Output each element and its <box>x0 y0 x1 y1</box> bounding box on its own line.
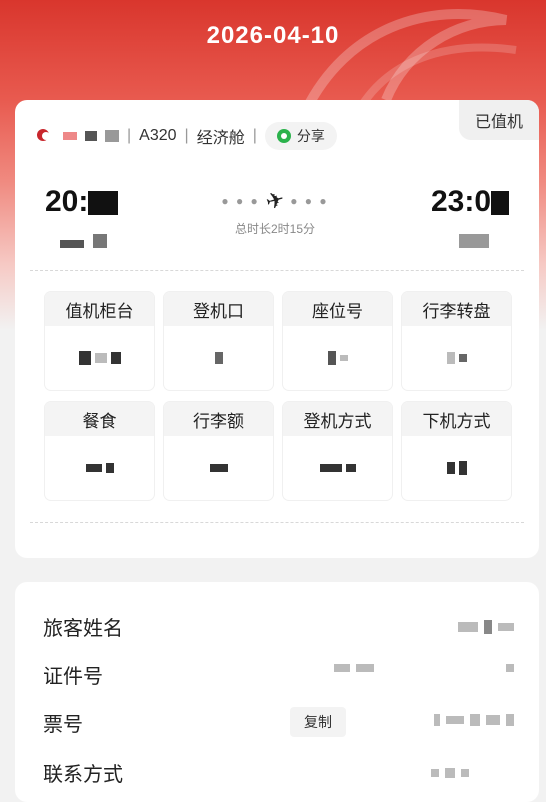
cell-label: 登机方式 <box>283 402 392 436</box>
flight-info-grid: 值机柜台 登机口 座位号 行李转盘 餐食 行李额 登机方式 下机方式 <box>45 292 511 500</box>
masked-value <box>402 326 511 390</box>
masked-value <box>402 436 511 500</box>
share-button[interactable]: 分享 <box>264 122 337 150</box>
flight-duration: 总时长2时15分 <box>234 222 316 236</box>
cell-label: 行李额 <box>164 402 273 436</box>
checkin-counter-cell: 值机柜台 <box>45 292 154 390</box>
masked-airline <box>63 132 77 140</box>
gate-cell: 登机口 <box>164 292 273 390</box>
airplane-icon: ✈ <box>262 186 288 215</box>
masked-departure-airport <box>60 240 84 248</box>
id-number-label: 证件号 <box>43 666 103 688</box>
cell-label: 餐食 <box>45 402 154 436</box>
dots-right: ● ● ● <box>290 194 329 208</box>
airline-logo-icon <box>37 129 55 143</box>
passenger-card: 旅客姓名 证件号 票号 复制 联系方式 <box>15 582 539 802</box>
contact-label: 联系方式 <box>43 764 123 786</box>
meal-cell: 餐食 <box>45 402 154 500</box>
dashed-divider <box>30 522 524 523</box>
flight-date: 2026-04-10 <box>206 22 340 49</box>
passenger-name-label: 旅客姓名 <box>43 618 123 640</box>
cell-label: 座位号 <box>283 292 392 326</box>
cell-label: 下机方式 <box>402 402 511 436</box>
masked-id-number <box>334 664 514 672</box>
flight-path: ● ● ● ✈ ● ● ● 总时长2时15分 <box>205 186 345 237</box>
dashed-divider <box>30 270 524 271</box>
masked-value <box>45 326 154 390</box>
masked-arrival-airport <box>459 234 489 248</box>
baggage-carousel-cell: 行李转盘 <box>402 292 511 390</box>
arrival-time: 23:0 <box>431 185 509 219</box>
wechat-icon <box>276 129 291 143</box>
aircraft-type: A320 <box>139 127 177 144</box>
separator: | <box>184 127 189 144</box>
checkin-status-badge: 已值机 <box>458 100 539 140</box>
dots-left: ● ● ● <box>221 194 260 208</box>
flight-card: 已值机 | A320 | 经济舱 | 分享 20: ● ● ● ✈ ● ● ● … <box>15 100 539 558</box>
cell-label: 值机柜台 <box>45 292 154 326</box>
masked-departure-airport-2 <box>93 234 107 248</box>
masked-ticket-number <box>434 714 514 726</box>
baggage-allowance-cell: 行李额 <box>164 402 273 500</box>
separator: | <box>127 127 132 144</box>
masked-passenger-name <box>458 620 514 634</box>
masked-value <box>283 326 392 390</box>
cabin-class: 经济舱 <box>196 130 245 147</box>
masked-flight-no <box>85 131 97 141</box>
masked-value <box>164 326 273 390</box>
flight-summary: | A320 | 经济舱 | 分享 <box>37 122 337 150</box>
departure-time: 20: <box>45 185 119 219</box>
cell-label: 登机口 <box>164 292 273 326</box>
ticket-number-label: 票号 <box>43 714 83 736</box>
masked-value <box>164 436 273 500</box>
masked-contact <box>431 768 469 778</box>
masked-flight-no-2 <box>105 130 119 142</box>
share-label: 分享 <box>296 128 325 144</box>
masked-value <box>283 436 392 500</box>
boarding-method-cell: 登机方式 <box>283 402 392 500</box>
separator: | <box>252 127 257 144</box>
seat-cell: 座位号 <box>283 292 392 390</box>
deplaning-method-cell: 下机方式 <box>402 402 511 500</box>
masked-value <box>45 436 154 500</box>
cell-label: 行李转盘 <box>402 292 511 326</box>
copy-button[interactable]: 复制 <box>290 707 346 737</box>
